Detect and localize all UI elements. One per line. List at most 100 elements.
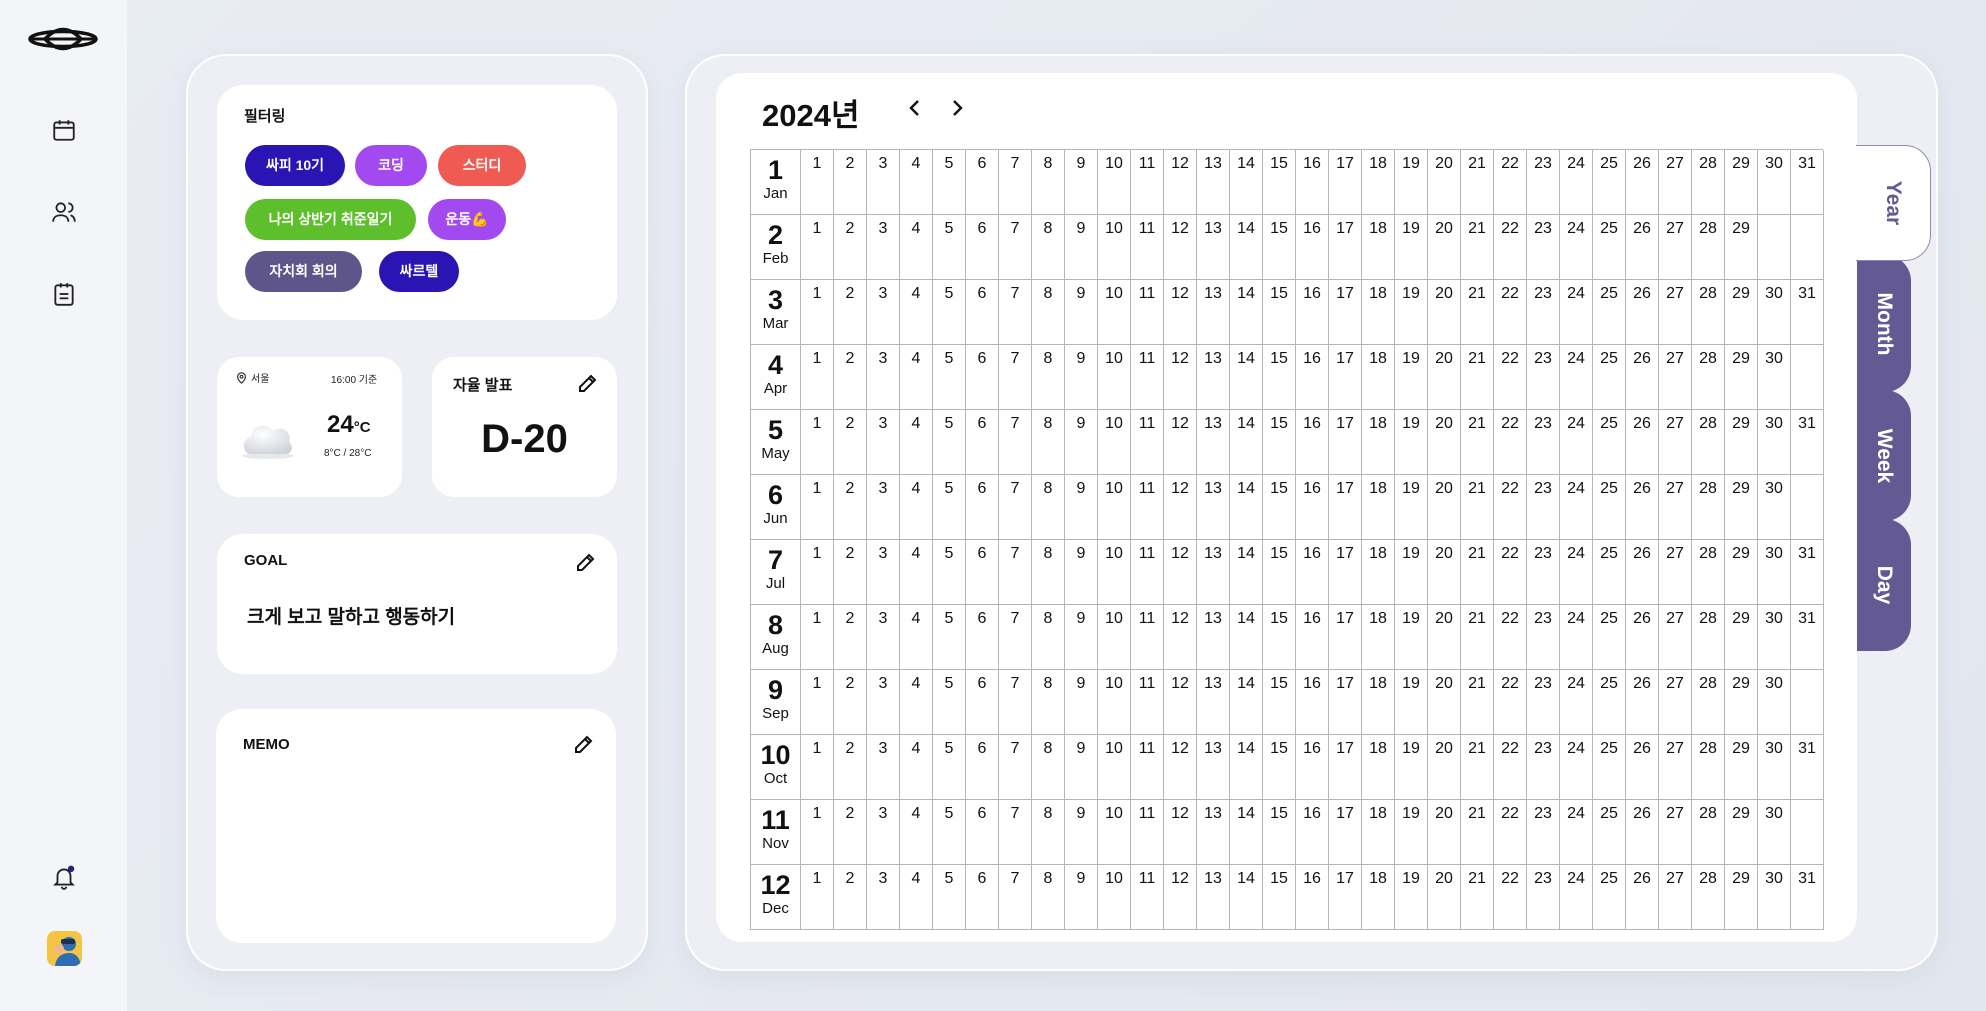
day-cell[interactable]: 27	[1659, 670, 1692, 735]
day-cell[interactable]: 16	[1296, 475, 1329, 540]
day-cell[interactable]: 20	[1428, 865, 1461, 930]
day-cell[interactable]: 14	[1230, 215, 1263, 280]
day-cell[interactable]: 17	[1329, 345, 1362, 410]
day-cell[interactable]: 14	[1230, 410, 1263, 475]
month-label-cell[interactable]: 4 Apr	[751, 345, 801, 410]
day-cell[interactable]: 18	[1362, 345, 1395, 410]
day-cell[interactable]: 15	[1263, 215, 1296, 280]
day-cell[interactable]: 16	[1296, 410, 1329, 475]
day-cell[interactable]: 17	[1329, 605, 1362, 670]
day-cell[interactable]: 6	[966, 670, 999, 735]
day-cell[interactable]: 15	[1263, 280, 1296, 345]
day-cell[interactable]: 30	[1758, 410, 1791, 475]
day-cell[interactable]: 7	[999, 800, 1032, 865]
day-cell[interactable]: 24	[1560, 215, 1593, 280]
day-cell[interactable]: 11	[1131, 800, 1164, 865]
month-label-cell[interactable]: 9 Sep	[751, 670, 801, 735]
day-cell[interactable]: 3	[867, 410, 900, 475]
bell-icon[interactable]	[51, 864, 77, 890]
day-cell[interactable]: 8	[1032, 410, 1065, 475]
day-cell[interactable]: 30	[1758, 800, 1791, 865]
day-cell[interactable]: 7	[999, 540, 1032, 605]
day-cell[interactable]: 3	[867, 540, 900, 605]
day-cell[interactable]: 1	[801, 280, 834, 345]
avatar[interactable]	[47, 931, 82, 966]
day-cell[interactable]: 29	[1725, 865, 1758, 930]
day-cell[interactable]: 29	[1725, 215, 1758, 280]
calendar-icon[interactable]	[51, 117, 77, 143]
day-cell[interactable]: 25	[1593, 800, 1626, 865]
day-cell[interactable]: 8	[1032, 150, 1065, 215]
day-cell[interactable]: 8	[1032, 280, 1065, 345]
day-cell[interactable]: 10	[1098, 735, 1131, 800]
day-cell[interactable]: 30	[1758, 670, 1791, 735]
day-cell[interactable]: 22	[1494, 475, 1527, 540]
day-cell[interactable]: 1	[801, 215, 834, 280]
day-cell[interactable]: 21	[1461, 540, 1494, 605]
month-label-cell[interactable]: 5 May	[751, 410, 801, 475]
day-cell[interactable]: 4	[900, 605, 933, 670]
day-cell[interactable]: 1	[801, 475, 834, 540]
day-cell[interactable]: 25	[1593, 605, 1626, 670]
day-cell[interactable]: 22	[1494, 735, 1527, 800]
month-label-cell[interactable]: 3 Mar	[751, 280, 801, 345]
day-cell[interactable]: 17	[1329, 735, 1362, 800]
day-cell[interactable]: 12	[1164, 150, 1197, 215]
day-cell[interactable]: 17	[1329, 865, 1362, 930]
day-cell[interactable]: 28	[1692, 345, 1725, 410]
day-cell[interactable]: 14	[1230, 865, 1263, 930]
day-cell[interactable]: 8	[1032, 540, 1065, 605]
day-cell[interactable]: 23	[1527, 345, 1560, 410]
day-cell[interactable]: 13	[1197, 475, 1230, 540]
month-label-cell[interactable]: 2 Feb	[751, 215, 801, 280]
day-cell[interactable]: 12	[1164, 410, 1197, 475]
day-cell[interactable]: 12	[1164, 215, 1197, 280]
day-cell[interactable]: 24	[1560, 800, 1593, 865]
day-cell[interactable]: 19	[1395, 670, 1428, 735]
day-cell[interactable]: 19	[1395, 865, 1428, 930]
day-cell[interactable]: 22	[1494, 215, 1527, 280]
day-cell[interactable]: 7	[999, 410, 1032, 475]
day-cell[interactable]: 4	[900, 215, 933, 280]
day-cell[interactable]: 7	[999, 345, 1032, 410]
day-cell[interactable]: 25	[1593, 410, 1626, 475]
day-cell[interactable]: 11	[1131, 605, 1164, 670]
day-cell[interactable]: 27	[1659, 540, 1692, 605]
day-cell[interactable]: 1	[801, 865, 834, 930]
day-cell[interactable]: 20	[1428, 670, 1461, 735]
day-cell[interactable]: 26	[1626, 540, 1659, 605]
day-cell[interactable]: 27	[1659, 800, 1692, 865]
day-cell[interactable]: 31	[1791, 540, 1824, 605]
day-cell[interactable]: 26	[1626, 280, 1659, 345]
day-cell[interactable]: 14	[1230, 800, 1263, 865]
day-cell[interactable]: 31	[1791, 410, 1824, 475]
day-cell[interactable]: 24	[1560, 540, 1593, 605]
day-cell[interactable]: 28	[1692, 605, 1725, 670]
day-cell[interactable]: 25	[1593, 540, 1626, 605]
day-cell[interactable]: 23	[1527, 865, 1560, 930]
day-cell[interactable]: 28	[1692, 670, 1725, 735]
day-cell[interactable]: 4	[900, 800, 933, 865]
day-cell[interactable]: 3	[867, 475, 900, 540]
filter-chip[interactable]: 자치회 회의	[245, 251, 362, 292]
day-cell[interactable]: 12	[1164, 735, 1197, 800]
day-cell[interactable]: 4	[900, 345, 933, 410]
day-cell[interactable]: 19	[1395, 475, 1428, 540]
day-cell[interactable]: 23	[1527, 475, 1560, 540]
day-cell[interactable]: 20	[1428, 280, 1461, 345]
filter-chip[interactable]: 나의 상반기 취준일기	[245, 199, 416, 240]
day-cell[interactable]: 22	[1494, 865, 1527, 930]
day-cell[interactable]: 26	[1626, 605, 1659, 670]
day-cell[interactable]: 19	[1395, 280, 1428, 345]
day-cell[interactable]: 24	[1560, 865, 1593, 930]
day-cell[interactable]: 24	[1560, 410, 1593, 475]
day-cell[interactable]: 25	[1593, 475, 1626, 540]
day-cell[interactable]: 10	[1098, 475, 1131, 540]
day-cell[interactable]: 2	[834, 540, 867, 605]
day-cell[interactable]: 14	[1230, 540, 1263, 605]
day-cell[interactable]: 14	[1230, 280, 1263, 345]
day-cell[interactable]: 5	[933, 800, 966, 865]
day-cell[interactable]: 17	[1329, 410, 1362, 475]
day-cell[interactable]: 30	[1758, 150, 1791, 215]
day-cell[interactable]: 3	[867, 345, 900, 410]
